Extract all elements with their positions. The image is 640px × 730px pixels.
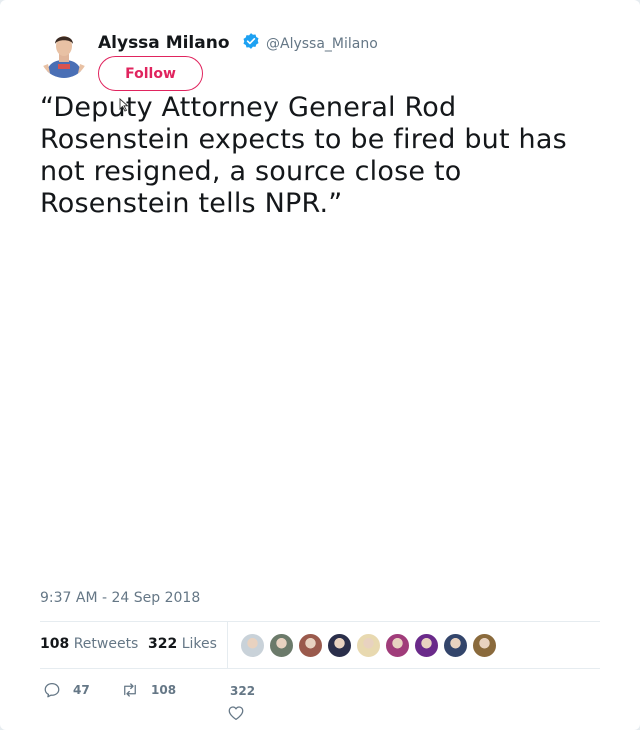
verified-badge-icon: [243, 33, 259, 49]
tweet-timestamp[interactable]: 9:37 AM - 24 Sep 2018: [40, 590, 200, 606]
liker-avatar[interactable]: [298, 633, 323, 658]
profile-photo-icon: [40, 30, 88, 78]
mouse-cursor-icon: [119, 98, 129, 112]
retweet-count: 108: [151, 683, 177, 697]
reply-icon: [44, 682, 60, 698]
tweet-actions: 47 108 322: [40, 680, 600, 724]
tweet-card: Alyssa Milano @Alyssa_Milano Follow “Dep…: [0, 0, 640, 730]
liker-avatar[interactable]: [356, 633, 381, 658]
retweet-icon: [124, 683, 136, 697]
retweets-stat[interactable]: 108 Retweets: [40, 636, 138, 652]
heart-icon[interactable]: [227, 704, 245, 722]
liker-avatar[interactable]: [443, 633, 468, 658]
like-count: 322: [230, 684, 256, 698]
stats-divider: [227, 622, 228, 668]
retweet-action[interactable]: 108: [121, 680, 176, 700]
retweets-stat-label: Retweets: [73, 636, 139, 652]
retweets-stat-count: 108: [40, 636, 70, 652]
reply-action[interactable]: 47: [43, 680, 90, 700]
liker-avatar[interactable]: [385, 633, 410, 658]
liker-avatar[interactable]: [472, 633, 497, 658]
likes-stat[interactable]: 322 Likes: [148, 636, 217, 652]
reply-count: 47: [73, 683, 90, 697]
author-name[interactable]: Alyssa Milano: [98, 33, 230, 53]
likes-stat-label: Likes: [181, 636, 217, 652]
author-handle[interactable]: @Alyssa_Milano: [266, 36, 378, 52]
engagement-stats: 108 Retweets 322 Likes: [40, 621, 600, 669]
author-avatar[interactable]: [40, 30, 88, 78]
liker-avatar[interactable]: [269, 633, 294, 658]
liker-avatar[interactable]: [240, 633, 265, 658]
likes-stat-count: 322: [148, 636, 178, 652]
liker-avatar[interactable]: [414, 633, 439, 658]
follow-button[interactable]: Follow: [98, 56, 203, 91]
liker-avatar[interactable]: [327, 633, 352, 658]
